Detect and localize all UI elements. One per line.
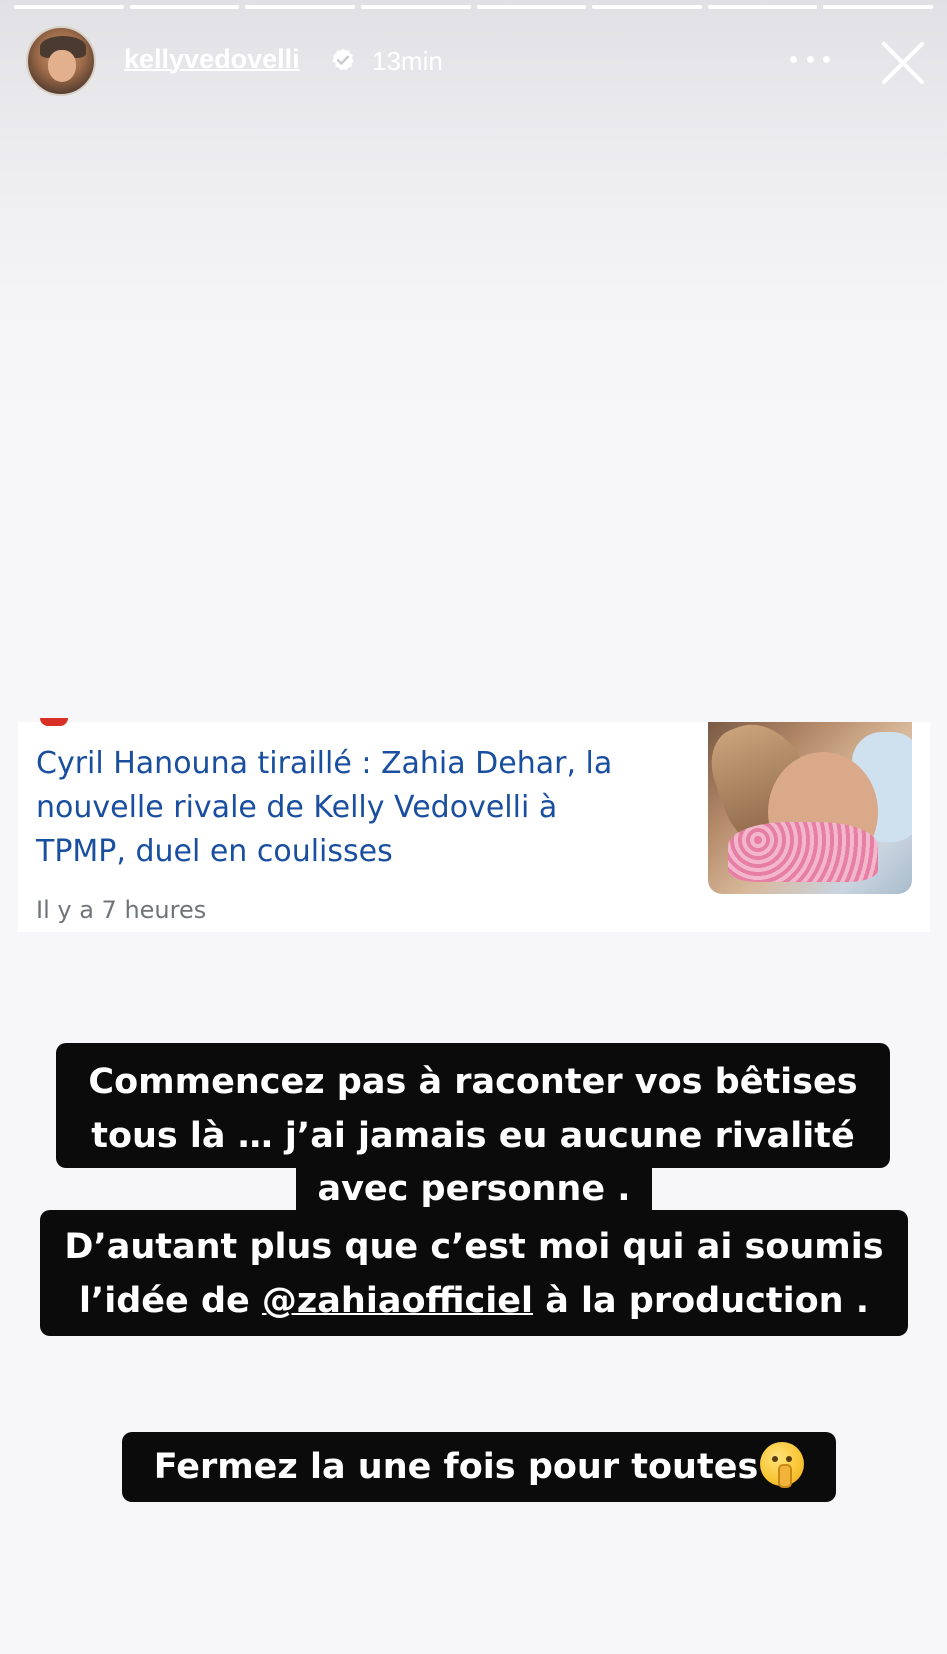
progress-segment: [245, 5, 355, 9]
post-time: 13min: [372, 46, 443, 76]
article-time: Il y a 7 heures: [36, 896, 207, 924]
caption-line: l’idée de @zahiaofficiel à la production…: [40, 1274, 908, 1328]
caption-line: tous là … j’ai jamais eu aucune rivalité: [91, 1116, 855, 1156]
progress-segment: [823, 5, 933, 9]
article-title[interactable]: Cyril Hanouna tiraillé : Zahia Dehar, la…: [36, 742, 636, 874]
progress-segment: [14, 5, 124, 9]
verified-badge-icon: [332, 48, 354, 71]
article-thumbnail[interactable]: [708, 722, 912, 894]
progress-segment: [129, 5, 240, 9]
caption-block-4: Fermez la une fois pour toutes: [122, 1432, 836, 1502]
progress-segment: [476, 5, 587, 9]
caption-text: l’idée de: [78, 1281, 262, 1321]
progress-segment: [360, 5, 471, 9]
caption-line: D’autant plus que c’est moi qui ai soumi…: [64, 1227, 884, 1267]
avatar-face: [48, 50, 76, 82]
close-icon[interactable]: [880, 40, 926, 86]
caption-block-3: D’autant plus que c’est moi qui ai soumi…: [40, 1210, 908, 1336]
caption-line: Commencez pas à raconter vos bêtises: [88, 1062, 858, 1102]
more-options-icon[interactable]: [790, 44, 830, 74]
source-logo-fragment: [40, 718, 68, 726]
caption-block-1: Commencez pas à raconter vos bêtises tou…: [56, 1043, 890, 1168]
story-progress-bar: [14, 5, 933, 9]
caption-block-2: avec personne .: [296, 1168, 652, 1210]
username-link[interactable]: kellyvedovelli: [124, 44, 300, 75]
mention-link[interactable]: @zahiaofficiel: [262, 1281, 533, 1321]
caption-text: à la production .: [533, 1281, 870, 1321]
caption-line: Fermez la une fois pour toutes: [153, 1447, 759, 1487]
progress-segment: [707, 5, 818, 9]
caption-line: avec personne .: [317, 1169, 631, 1209]
story-header: kellyvedovelli 13min: [0, 22, 947, 102]
progress-segment: [592, 5, 702, 9]
news-article-card[interactable]: Cyril Hanouna tiraillé : Zahia Dehar, la…: [18, 718, 930, 932]
shushing-face-icon: [760, 1442, 805, 1488]
avatar[interactable]: [26, 26, 96, 96]
